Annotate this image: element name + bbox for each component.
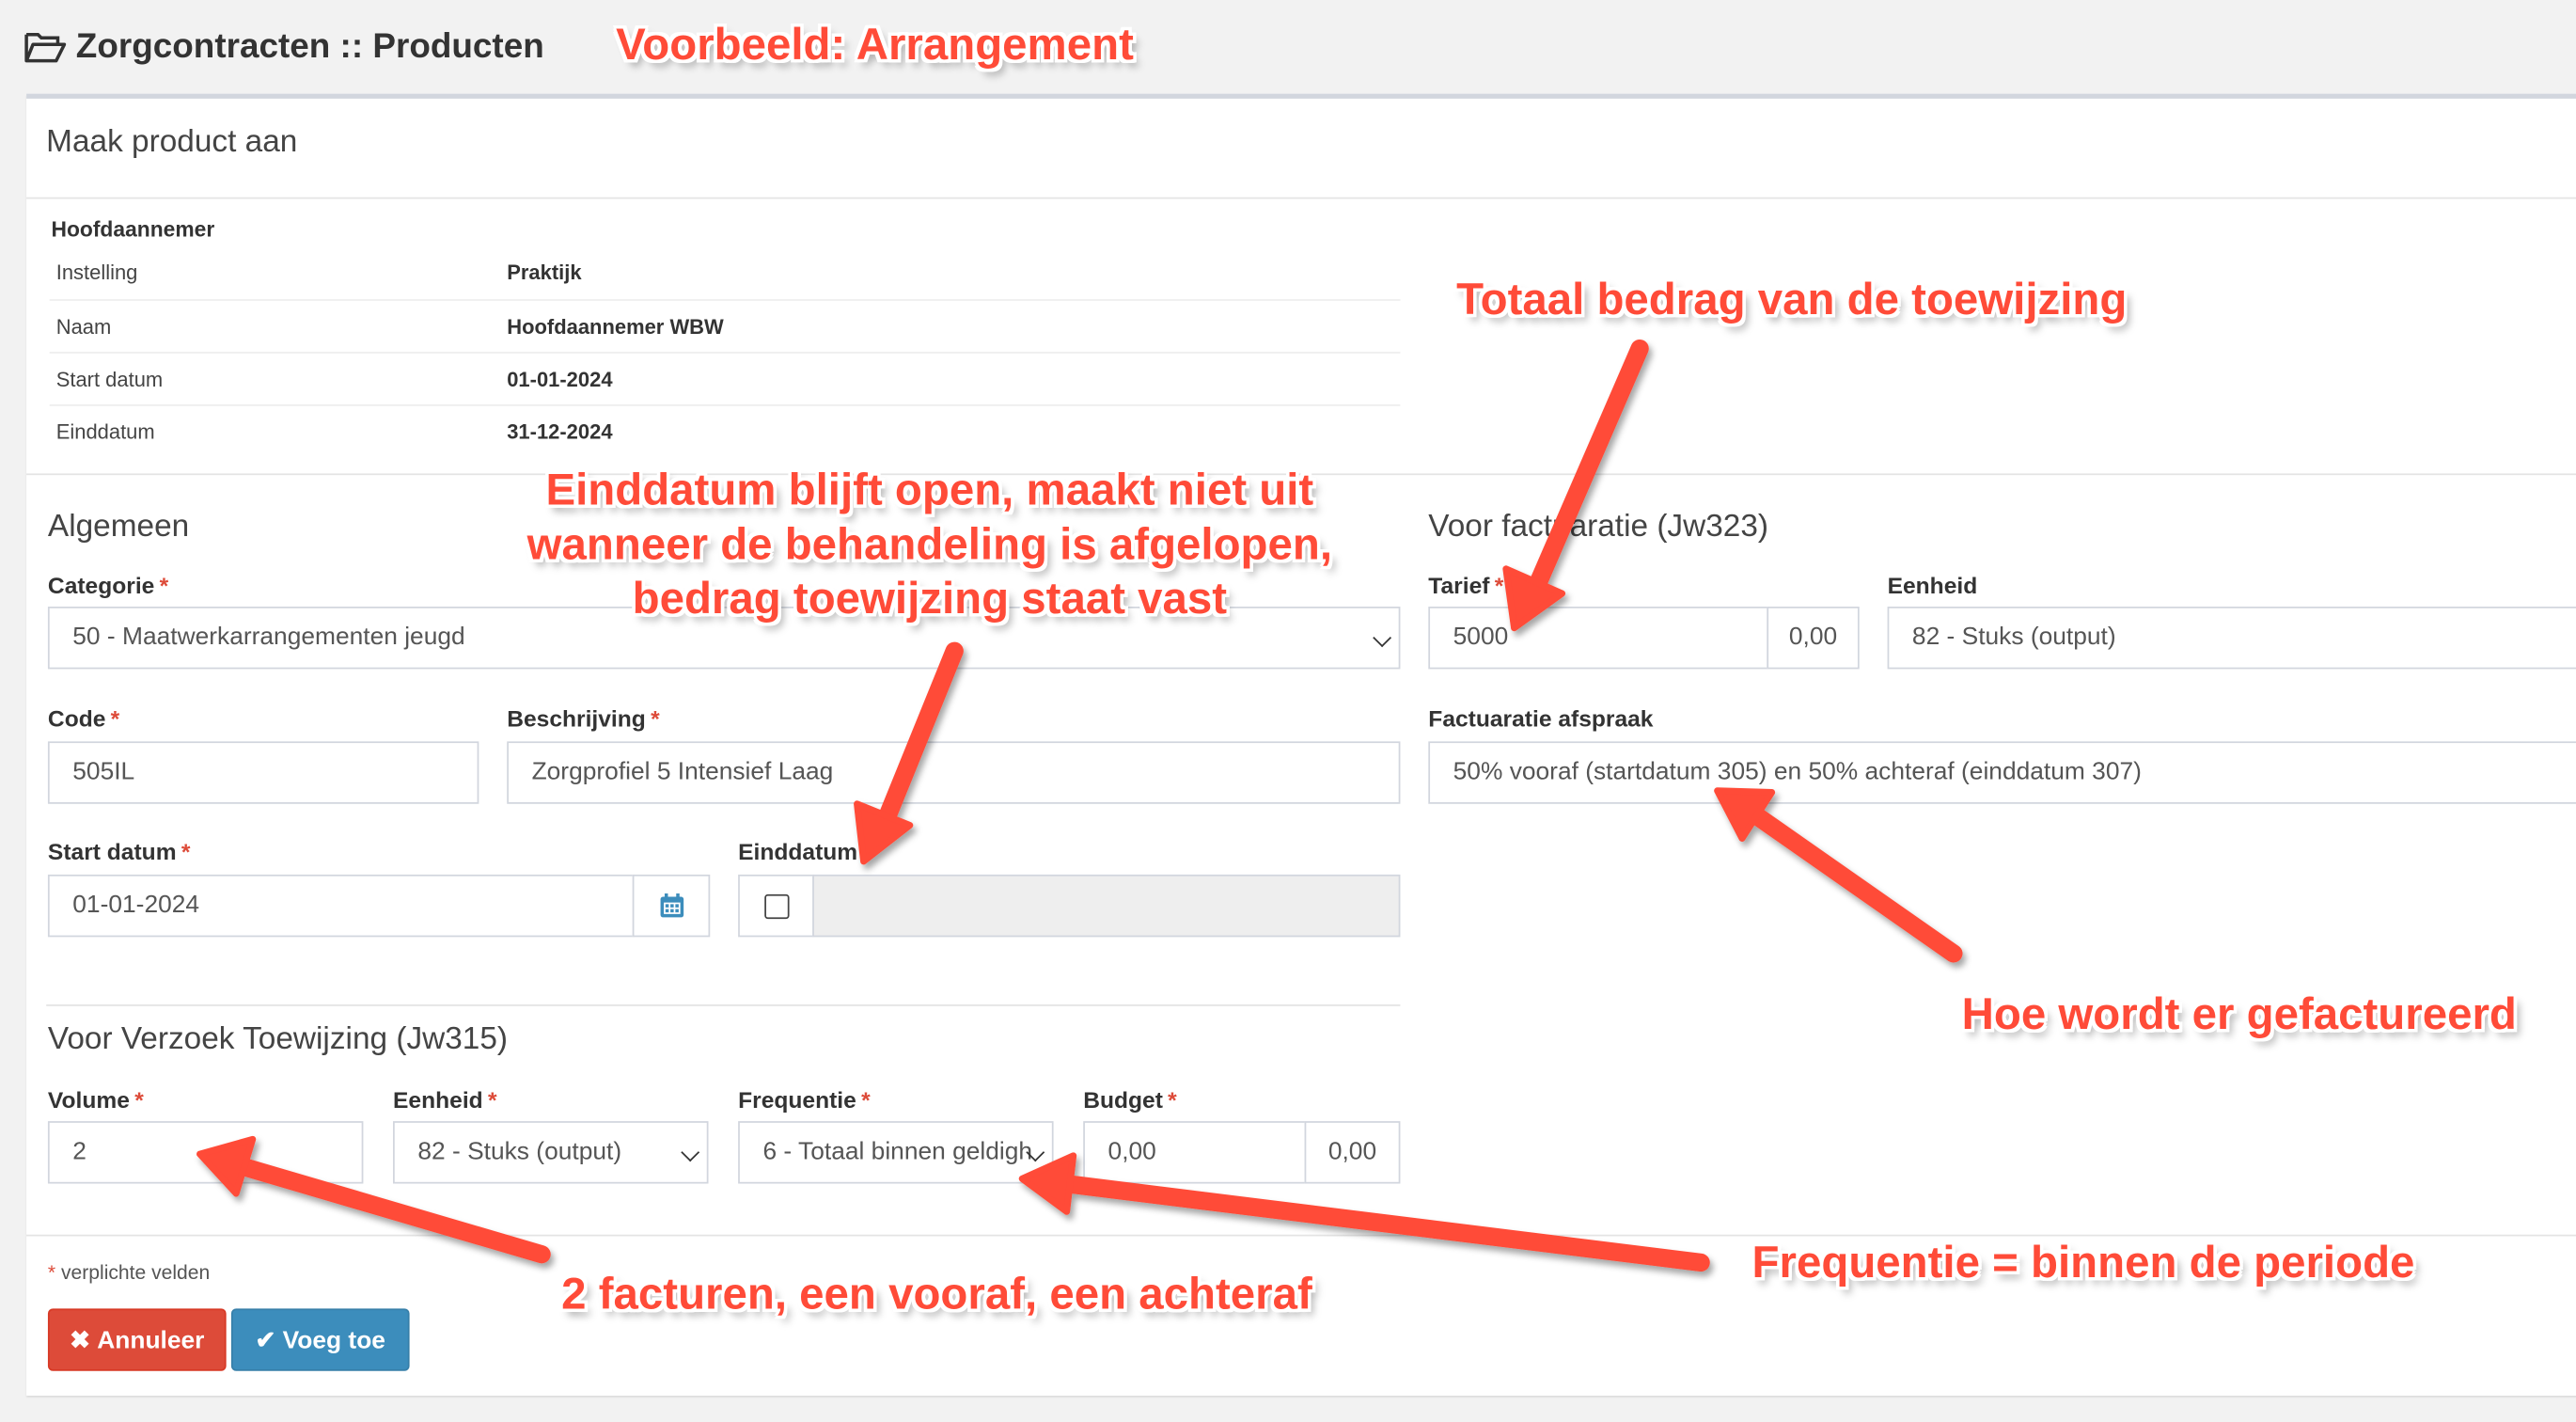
start-date-label: Start datum * <box>47 838 191 865</box>
start-date-input[interactable]: 01-01-2024 <box>47 874 635 938</box>
check-icon: ✔ <box>255 1326 276 1355</box>
description-label: Beschrijving * <box>507 704 660 732</box>
frequency-select[interactable]: 6 - Totaal binnen geldigh <box>738 1121 1054 1184</box>
volume-label: Volume * <box>47 1086 144 1114</box>
annotation-end-date: Einddatum blijft open, maakt niet uit wa… <box>526 465 1333 624</box>
cancel-button[interactable]: ✖ Annuleer <box>47 1308 227 1371</box>
annotation-example: Voorbeeld: Arrangement <box>616 19 1134 70</box>
divider <box>26 197 2576 199</box>
annotation-total: Totaal bedrag van de toewijzing <box>1456 274 2128 324</box>
info-value: 31-12-2024 <box>507 420 613 444</box>
info-value: Hoofdaannemer WBW <box>507 315 724 340</box>
end-date-checkbox[interactable] <box>764 893 790 920</box>
description-input[interactable]: Zorgprofiel 5 Intensief Laag <box>507 741 1401 804</box>
contractor-heading: Hoofdaannemer <box>51 216 215 242</box>
billing-unit-input[interactable]: 82 - Stuks (output) <box>1887 607 2576 670</box>
request-unit-label: Eenheid * <box>393 1086 497 1114</box>
close-icon: ✖ <box>70 1326 91 1355</box>
budget-addon: 0,00 <box>1304 1121 1401 1184</box>
rate-label: Tarief * <box>1428 572 1504 599</box>
agreement-input[interactable]: 50% vooraf (startdatum 305) en 50% achte… <box>1428 741 2576 804</box>
info-label: Start datum <box>55 368 164 392</box>
info-label: Instelling <box>55 261 138 285</box>
category-label: Categorie * <box>47 572 169 599</box>
frequency-label: Frequentie * <box>738 1086 871 1114</box>
request-unit-select[interactable]: 82 - Stuks (output) <box>393 1121 709 1184</box>
annotation-invoices: 2 facturen, een vooraf, een achteraf <box>561 1269 1312 1319</box>
info-row: Instelling Praktijk <box>50 246 1401 299</box>
code-input[interactable]: 505IL <box>47 741 479 804</box>
required-note: * verplichte velden <box>47 1260 211 1285</box>
end-date-label: Einddatum <box>738 838 858 865</box>
info-row: Start datum 01-01-2024 <box>49 352 1401 406</box>
end-date-input <box>812 874 1401 938</box>
page-title: Zorgcontracten :: Producten <box>75 27 544 66</box>
info-label: Naam <box>55 315 112 340</box>
info-value: Praktijk <box>507 261 582 285</box>
section-title-billing: Voor factuaratie (Jw323) <box>1428 509 1769 545</box>
page-header: Zorgcontracten :: Producten <box>24 23 544 71</box>
code-label: Code * <box>47 704 120 732</box>
divider <box>46 1004 1401 1006</box>
annotation-frequency: Frequentie = binnen de periode <box>1751 1238 2415 1288</box>
budget-input[interactable]: 0,00 <box>1083 1121 1307 1184</box>
section-title-request: Voor Verzoek Toewijzing (Jw315) <box>47 1022 509 1057</box>
budget-label: Budget * <box>1083 1086 1177 1114</box>
rate-input[interactable]: 5000 <box>1428 607 1769 670</box>
info-value: 01-01-2024 <box>507 368 613 392</box>
add-button[interactable]: ✔ Voeg toe <box>230 1308 410 1371</box>
calendar-button[interactable] <box>632 874 711 938</box>
billing-unit-label: Eenheid <box>1887 572 1978 599</box>
calendar-icon <box>659 893 683 918</box>
agreement-label: Factuaratie afspraak <box>1428 704 1654 732</box>
section-title-general: Algemeen <box>47 509 190 545</box>
info-label: Einddatum <box>55 420 155 444</box>
end-date-checkbox-wrap[interactable] <box>738 874 814 938</box>
info-row: Einddatum 31-12-2024 <box>49 404 1401 459</box>
annotation-invoice-how: Hoe wordt er gefactureerd <box>1961 989 2517 1039</box>
folder-open-icon <box>24 32 67 63</box>
panel-title: Maak product aan <box>46 124 298 160</box>
chevron-down-icon <box>1373 628 1392 648</box>
rate-addon: 0,00 <box>1767 607 1860 670</box>
info-row: Naam Hoofdaannemer WBW <box>49 299 1401 354</box>
volume-input[interactable]: 2 <box>47 1121 364 1184</box>
chevron-down-icon <box>681 1143 700 1162</box>
